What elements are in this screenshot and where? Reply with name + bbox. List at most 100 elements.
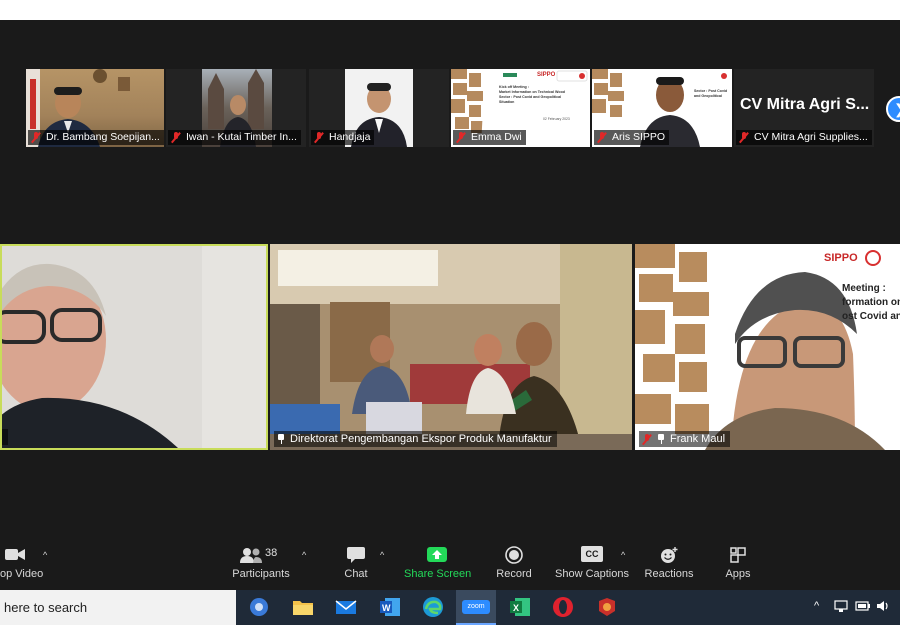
zoom-app-icon[interactable]: zoom bbox=[456, 590, 496, 625]
participants-button[interactable]: 38 Participants bbox=[230, 546, 292, 588]
chat-label: Chat bbox=[344, 568, 368, 580]
file-explorer-icon[interactable] bbox=[290, 595, 316, 619]
captions-badge: CC bbox=[581, 546, 603, 562]
show-captions-button[interactable]: CC Show Captions bbox=[554, 546, 630, 588]
record-glyph bbox=[505, 546, 523, 564]
taskbar-search-text: here to search bbox=[4, 600, 88, 615]
battery-glyph bbox=[855, 601, 870, 611]
next-page-button[interactable]: ❯ bbox=[886, 96, 900, 122]
reactions-button[interactable]: Reactions bbox=[644, 546, 694, 588]
chat-options-caret-icon[interactable]: ^ bbox=[380, 550, 384, 560]
reactions-label: Reactions bbox=[644, 568, 694, 580]
participant-name: Iwan - Kutai Timber In... bbox=[186, 131, 297, 143]
share-screen-button[interactable]: Share Screen bbox=[404, 546, 472, 588]
active-speaker-tile[interactable] bbox=[0, 244, 268, 450]
meeting-toolbar: op Video ^ 38 Participants ^ Chat ^ Shar… bbox=[0, 542, 900, 590]
slide-brand: SIPPO bbox=[824, 252, 858, 264]
excel-glyph: X bbox=[510, 598, 530, 616]
mic-muted-icon bbox=[456, 132, 466, 143]
participant-tile[interactable]: SIPPO Meeting : formation on ost Covid a… bbox=[635, 244, 900, 450]
chat-bubble-glyph bbox=[347, 547, 365, 563]
zoom-glyph: zoom bbox=[462, 600, 490, 614]
pin-icon bbox=[657, 434, 665, 444]
slide-title-line: Situation bbox=[499, 100, 515, 104]
video-options-caret-icon[interactable]: ^ bbox=[43, 550, 47, 560]
participant-name: CV Mitra Agri Supplies... bbox=[754, 131, 868, 143]
app-glyph bbox=[599, 598, 615, 616]
participant-video bbox=[270, 244, 632, 450]
share-screen-glyph bbox=[427, 547, 447, 562]
video-camera-glyph bbox=[5, 549, 25, 560]
slide-title-line: Meeting : bbox=[842, 283, 886, 294]
mic-muted-icon bbox=[314, 132, 324, 143]
participant-thumbnail[interactable]: Dr. Bambang Soepijan... bbox=[26, 69, 164, 147]
edge-glyph bbox=[423, 597, 443, 617]
volume-icon[interactable] bbox=[876, 599, 892, 616]
participant-tile[interactable]: Direktorat Pengembangan Ekspor Produk Ma… bbox=[270, 244, 632, 450]
participant-name-label: Iwan - Kutai Timber In... bbox=[168, 130, 301, 145]
captions-options-caret-icon[interactable]: ^ bbox=[621, 550, 625, 560]
mic-muted-icon bbox=[31, 132, 41, 143]
edge-browser-icon[interactable] bbox=[420, 595, 446, 619]
participant-name: Aris SIPPO bbox=[612, 131, 666, 143]
record-icon bbox=[505, 546, 523, 564]
excel-app-icon[interactable]: X bbox=[507, 595, 533, 619]
opera-glyph bbox=[553, 597, 573, 617]
participants-label: Participants bbox=[232, 568, 290, 580]
pin-icon bbox=[277, 434, 285, 444]
participant-name-label bbox=[2, 429, 8, 445]
apps-glyph bbox=[730, 547, 746, 563]
word-app-icon[interactable]: W bbox=[377, 595, 403, 619]
show-captions-label: Show Captions bbox=[555, 568, 629, 580]
participant-thumbnail[interactable]: SIPPO Kick off Meeting : Market Informat… bbox=[451, 69, 590, 147]
participants-glyph bbox=[240, 548, 262, 563]
network-glyph bbox=[834, 600, 848, 612]
settings-glyph bbox=[250, 598, 268, 616]
mail-app-icon[interactable] bbox=[333, 595, 359, 619]
participant-name-label: Direktorat Pengembangan Ekspor Produk Ma… bbox=[274, 431, 557, 447]
reactions-icon bbox=[659, 546, 679, 564]
taskbar-search-box[interactable]: here to search bbox=[0, 590, 236, 625]
show-hidden-icons-icon[interactable]: ^ bbox=[814, 600, 819, 612]
apps-button[interactable]: Apps bbox=[720, 546, 756, 588]
windows-taskbar: here to search W zoom X ^ bbox=[0, 590, 900, 625]
apps-icon bbox=[729, 546, 747, 564]
slide-title-line: ost Covid and bbox=[842, 311, 900, 322]
participant-thumbnail[interactable]: CV Mitra Agri S... CV Mitra Agri Supplie… bbox=[734, 69, 874, 147]
participant-thumbnail[interactable]: Iwan - Kutai Timber In... bbox=[166, 69, 306, 147]
participant-thumbnail[interactable]: Sector : Post Covid and Geopolitical Ari… bbox=[592, 69, 732, 147]
chat-button[interactable]: Chat bbox=[340, 546, 372, 588]
participants-icon: 38 bbox=[239, 546, 283, 564]
participant-video bbox=[2, 246, 266, 448]
participant-name: Dr. Bambang Soepijan... bbox=[46, 131, 160, 143]
slide-brand: SIPPO bbox=[537, 72, 556, 78]
participants-options-caret-icon[interactable]: ^ bbox=[302, 550, 306, 560]
share-screen-icon bbox=[426, 546, 448, 564]
participant-name-label: CV Mitra Agri Supplies... bbox=[736, 130, 872, 145]
svg-text:W: W bbox=[382, 603, 391, 613]
record-label: Record bbox=[496, 568, 532, 580]
top-window-bar bbox=[0, 0, 900, 20]
word-glyph: W bbox=[380, 598, 400, 616]
opera-browser-icon[interactable] bbox=[550, 595, 576, 619]
slide-title-fragment: Meeting : formation on ost Covid and bbox=[842, 282, 900, 324]
participant-name-label: Dr. Bambang Soepijan... bbox=[28, 130, 164, 145]
meeting-stage: Dr. Bambang Soepijan... Iwan - Kutai Tim… bbox=[0, 20, 900, 542]
chat-icon bbox=[346, 546, 366, 564]
participant-name-label: Aris SIPPO bbox=[594, 130, 670, 145]
settings-app-icon[interactable] bbox=[246, 595, 272, 619]
stop-video-button[interactable]: op Video bbox=[0, 546, 44, 588]
mic-muted-icon bbox=[597, 132, 607, 143]
pinned-app-icon[interactable] bbox=[594, 595, 620, 619]
participant-thumbnail[interactable]: Handjaja bbox=[309, 69, 449, 147]
slide-date: 02 February 2023 bbox=[543, 117, 570, 121]
slide-title-fragment: Sector : Post Covid and Geopolitical bbox=[694, 89, 732, 99]
mail-glyph bbox=[335, 600, 357, 614]
battery-icon[interactable] bbox=[855, 599, 871, 616]
share-screen-label: Share Screen bbox=[404, 568, 472, 580]
apps-label: Apps bbox=[725, 568, 751, 580]
network-icon[interactable] bbox=[834, 599, 850, 616]
record-button[interactable]: Record bbox=[494, 546, 534, 588]
participant-name-label: Handjaja bbox=[311, 130, 375, 145]
stop-video-label: op Video bbox=[0, 568, 44, 580]
